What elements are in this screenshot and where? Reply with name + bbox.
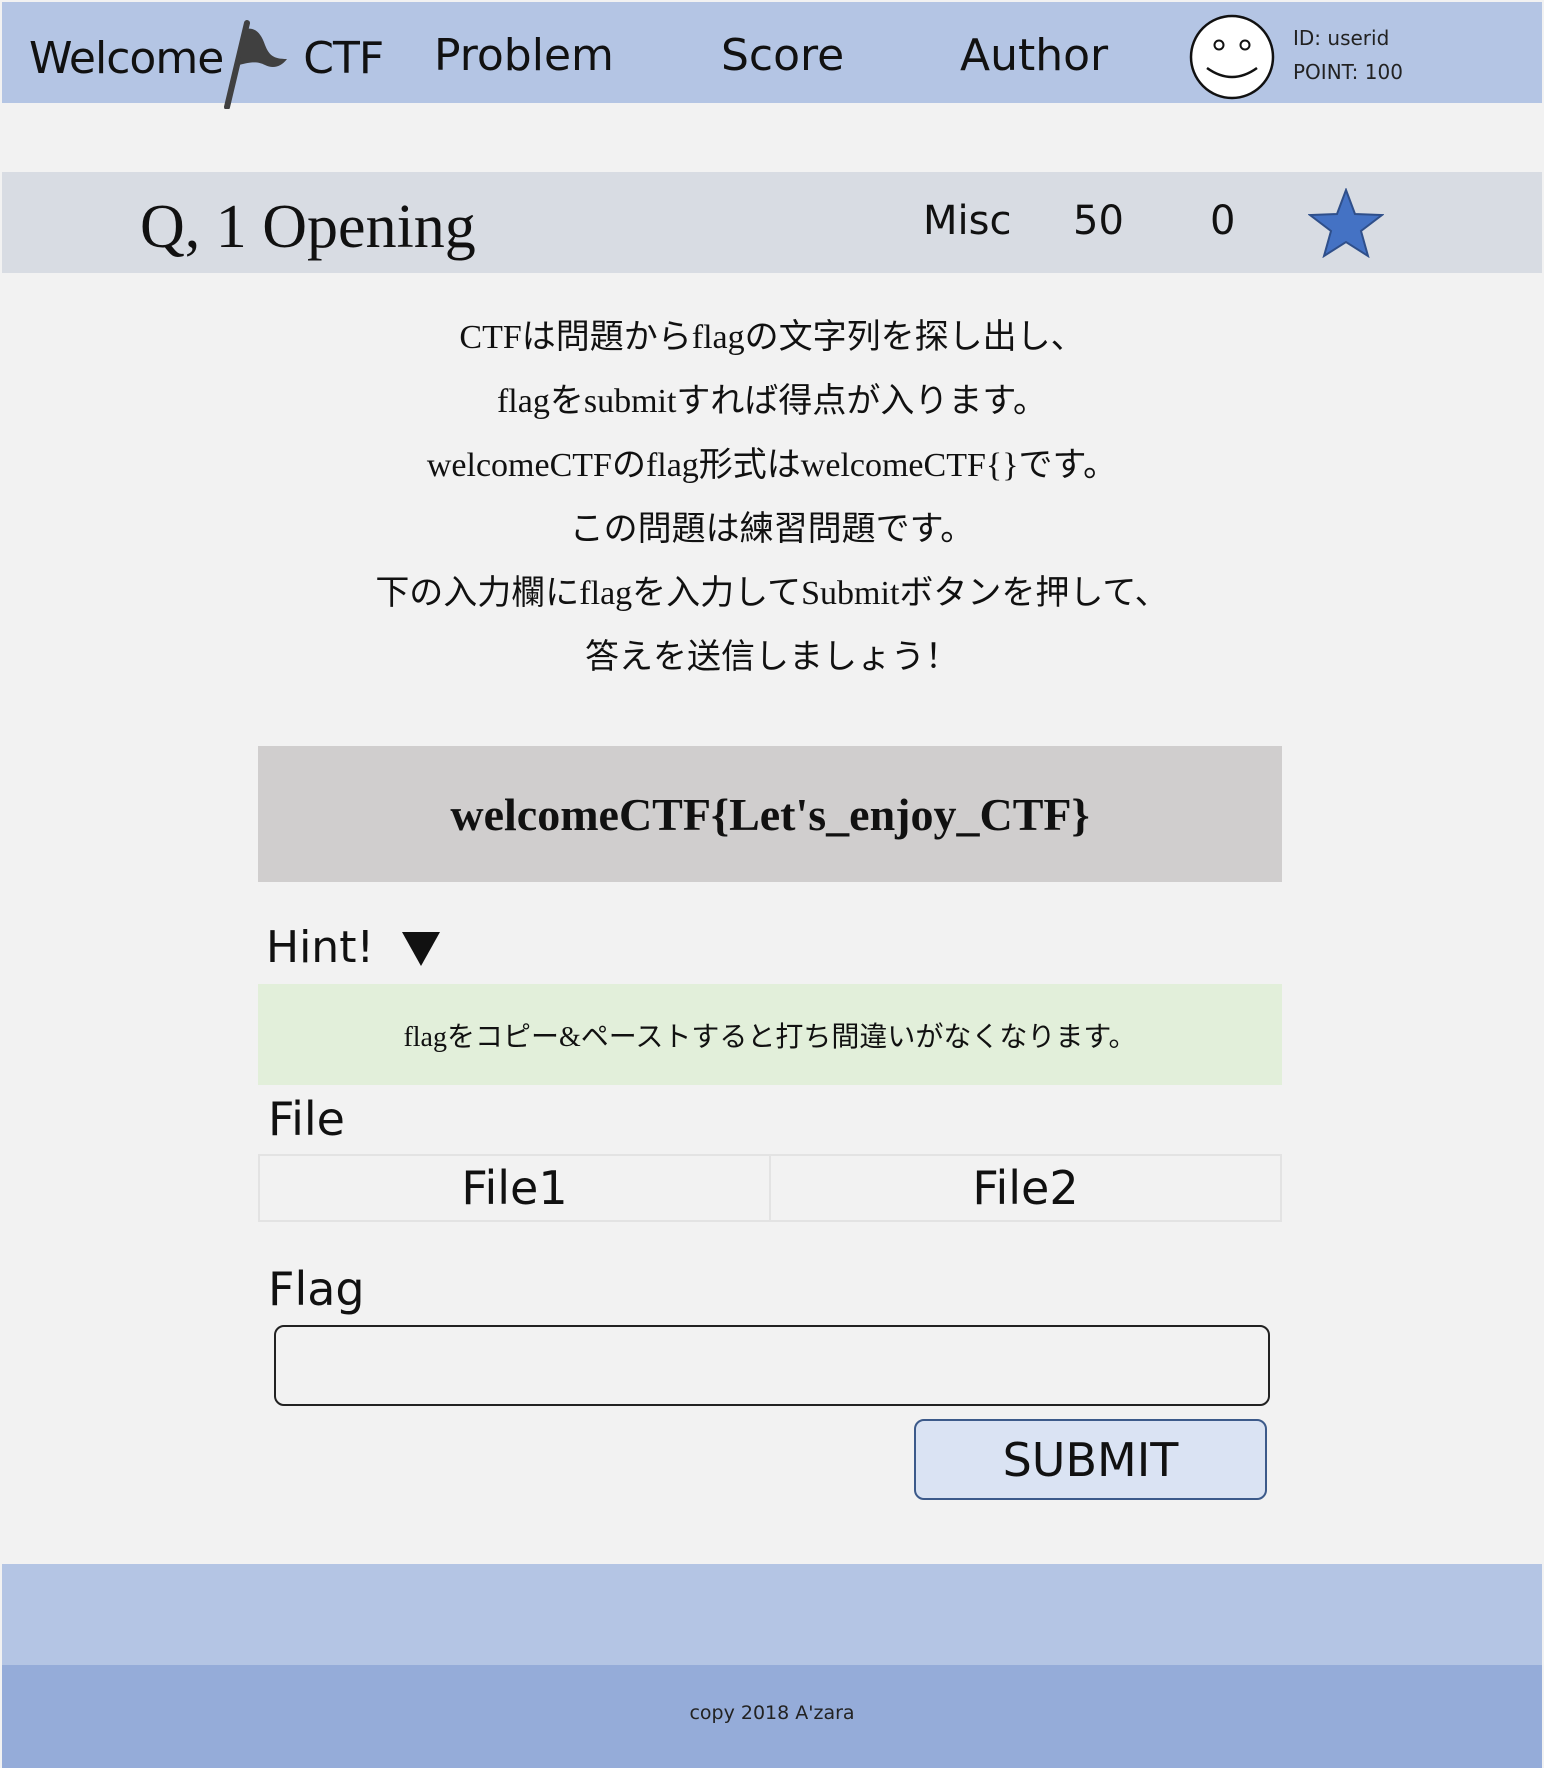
nav-score[interactable]: Score	[721, 30, 844, 81]
brand-ctf-text: CTF	[303, 32, 384, 84]
user-id-label: ID: userid	[1293, 26, 1390, 50]
question-description: CTFは問題からflagの文字列を探し出し、 flagをsubmitすれば得点が…	[200, 306, 1344, 690]
brand-logo[interactable]: Welcome CTF	[29, 20, 384, 109]
flag-input-label: Flag	[268, 1262, 365, 1316]
description-line: 下の入力欄にflagを入力してSubmitボタンを押して、	[375, 575, 1169, 612]
user-point-label: POINT: 100	[1293, 60, 1403, 84]
hint-toggle[interactable]: Hint!	[266, 922, 442, 973]
star-icon[interactable]	[1308, 188, 1384, 258]
description-line: この問題は練習問題です。	[569, 511, 975, 548]
question-points: 50	[1073, 198, 1124, 244]
file-link-2[interactable]: File2	[769, 1156, 1280, 1220]
description-line: CTFは問題からflagの文字列を探し出し、	[459, 319, 1085, 356]
triangle-down-icon	[402, 931, 441, 966]
flag-sample-text: welcomeCTF{Let's_enjoy_CTF}	[450, 788, 1090, 840]
hint-label-text: Hint!	[266, 922, 375, 973]
brand-welcome-text: Welcome	[29, 32, 224, 84]
hint-content-box: flagをコピー&ペーストすると打ち間違いがなくなります。	[258, 984, 1282, 1085]
question-solves: 0	[1210, 198, 1236, 244]
copyright-text: copy 2018 A'zara	[689, 1702, 855, 1724]
flag-icon	[224, 20, 288, 109]
description-line: 答えを送信しましょう！	[585, 639, 959, 676]
question-category: Misc	[923, 198, 1012, 244]
page: Welcome CTF Problem Score Author ID: use…	[0, 0, 1544, 1768]
submit-button[interactable]: SUBMIT	[914, 1419, 1267, 1500]
hint-text: flagをコピー&ペーストすると打ち間違いがなくなります。	[403, 1021, 1137, 1053]
file-link-1[interactable]: File1	[260, 1156, 769, 1220]
nav-author[interactable]: Author	[960, 30, 1108, 81]
description-line: flagをsubmitすれば得点が入ります。	[496, 383, 1048, 420]
file-list: File1 File2	[258, 1154, 1282, 1222]
description-line: welcomeCTFのflag形式はwelcomeCTF{}です。	[426, 447, 1118, 484]
footer: copy 2018 A'zara	[2, 1665, 1542, 1768]
footer-band	[2, 1564, 1542, 1665]
question-header-bar: Q, 1 Opening Misc 50 0	[2, 172, 1542, 273]
nav-problem[interactable]: Problem	[434, 30, 614, 81]
smiley-avatar-icon[interactable]	[1189, 14, 1275, 100]
flag-sample-box: welcomeCTF{Let's_enjoy_CTF}	[258, 746, 1282, 882]
top-header: Welcome CTF Problem Score Author ID: use…	[2, 2, 1542, 109]
question-title: Q, 1 Opening	[140, 193, 476, 261]
flag-input[interactable]	[274, 1325, 1270, 1406]
file-section-label: File	[268, 1092, 345, 1146]
